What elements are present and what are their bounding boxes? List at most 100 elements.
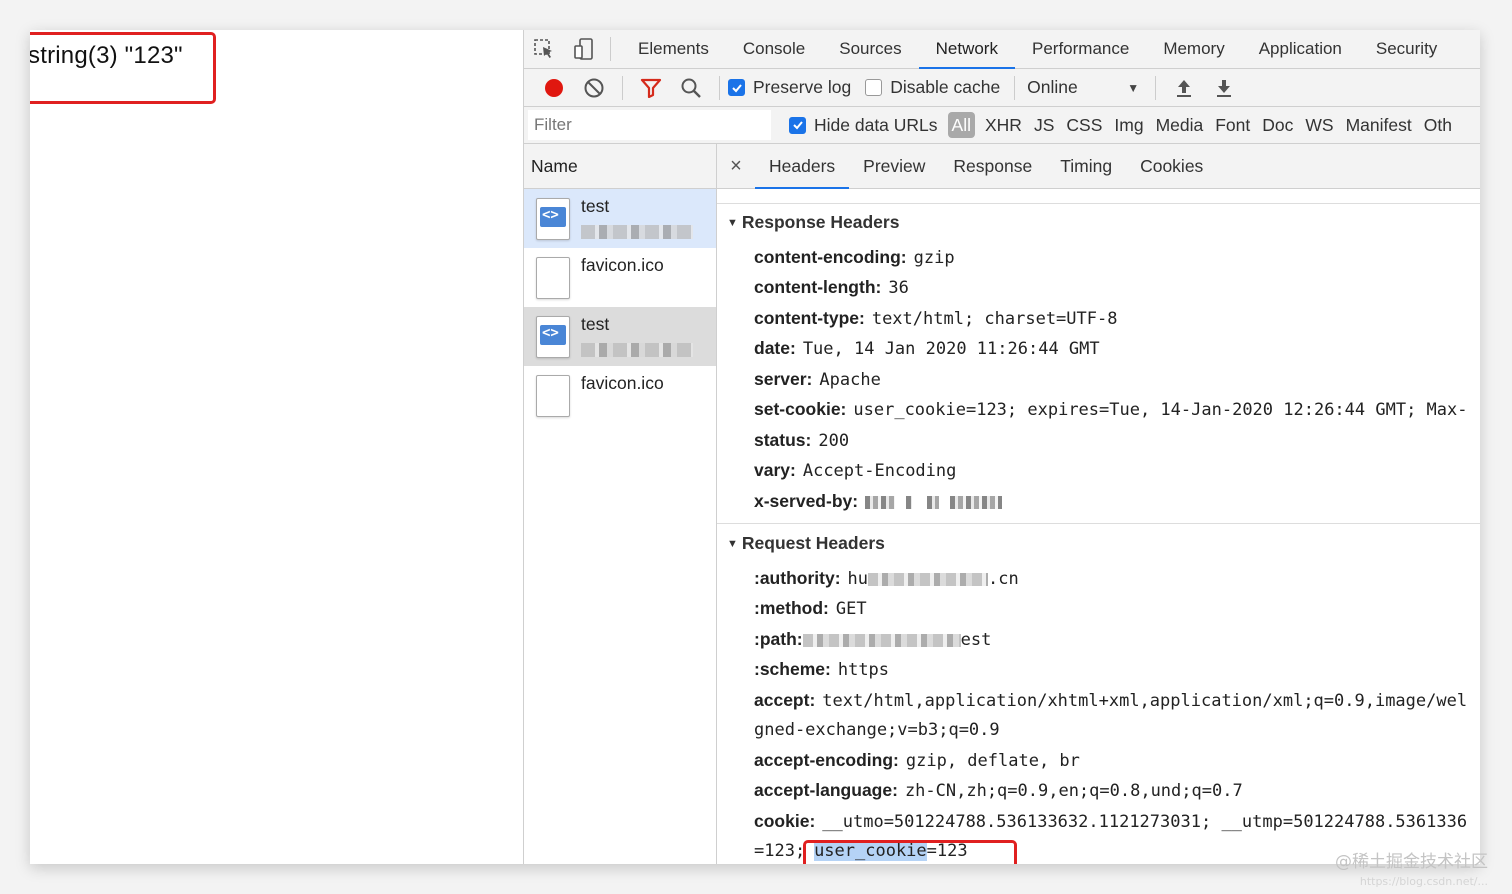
- header-value: gned-exchange;v=b3;q=0.9: [754, 720, 1000, 740]
- export-har-icon[interactable]: [1204, 69, 1244, 107]
- header-key: status:: [754, 430, 812, 450]
- hide-data-urls-toggle[interactable]: Hide data URLs: [789, 112, 944, 138]
- header-value: .cn: [988, 569, 1019, 589]
- close-icon[interactable]: ×: [717, 155, 755, 178]
- request-headers-toggle[interactable]: ▼ Request Headers: [727, 533, 885, 554]
- tab-headers[interactable]: Headers: [755, 144, 850, 189]
- request-name: test: [581, 196, 610, 216]
- type-filter-js[interactable]: JS: [1028, 112, 1060, 138]
- tab-performance[interactable]: Performance: [1015, 30, 1146, 69]
- request-row[interactable]: favicon.ico: [524, 248, 716, 307]
- tab-sources[interactable]: Sources: [822, 30, 918, 69]
- request-list: Name test favicon.ico test favicon.ico: [524, 144, 717, 864]
- name-column-header[interactable]: Name: [524, 144, 716, 189]
- header-row: status: 200: [754, 430, 849, 451]
- file-icon: [536, 257, 570, 299]
- header-row: x-served-by:: [754, 491, 1002, 512]
- details-tabbar: × Headers Preview Response Timing Cookie…: [717, 144, 1480, 189]
- type-filter-img[interactable]: Img: [1108, 112, 1149, 138]
- header-row: :method: GET: [754, 598, 867, 619]
- header-value: est: [960, 630, 992, 650]
- network-toolbar: Preserve log Disable cache Online ▼: [524, 69, 1480, 107]
- type-filter-font[interactable]: Font: [1209, 112, 1256, 138]
- request-name: test: [581, 314, 610, 334]
- header-row: :scheme: https: [754, 659, 889, 680]
- file-icon: [536, 375, 570, 417]
- header-row: cookie: __utmo=501224788.536133632.112127…: [754, 811, 1467, 832]
- search-icon[interactable]: [671, 69, 711, 107]
- request-headers-title: Request Headers: [741, 533, 885, 553]
- type-filter-doc[interactable]: Doc: [1256, 112, 1299, 138]
- tab-security[interactable]: Security: [1359, 30, 1454, 69]
- header-key: accept:: [754, 690, 816, 710]
- type-filter-media[interactable]: Media: [1150, 112, 1210, 138]
- tab-elements[interactable]: Elements: [621, 30, 726, 69]
- header-key: server:: [754, 369, 813, 389]
- document-icon: [536, 198, 570, 240]
- tab-preview[interactable]: Preview: [849, 144, 939, 189]
- import-har-icon[interactable]: [1164, 69, 1204, 107]
- hide-data-urls-checkbox[interactable]: [789, 116, 806, 134]
- toolbar-separator: [1155, 75, 1157, 100]
- type-filter-all[interactable]: All: [947, 112, 975, 138]
- tab-console[interactable]: Console: [726, 30, 822, 69]
- header-key: set-cookie:: [754, 399, 847, 419]
- header-row: accept-language: zh-CN,zh;q=0.9,en;q=0.8,…: [754, 780, 1243, 801]
- header-value: Tue, 14 Jan 2020 11:26:44 GMT: [802, 339, 1100, 359]
- header-value: user_cookie=123; expires=Tue, 14-Jan-202…: [853, 400, 1468, 420]
- filter-input[interactable]: [528, 110, 771, 140]
- tab-cookies[interactable]: Cookies: [1126, 144, 1217, 189]
- header-row: vary: Accept-Encoding: [754, 460, 956, 481]
- filter-funnel-icon[interactable]: [631, 69, 671, 107]
- disable-cache-checkbox[interactable]: [865, 79, 883, 96]
- document-icon: [536, 316, 570, 358]
- header-row: content-encoding: gzip: [754, 247, 955, 268]
- header-value: 36: [888, 278, 909, 298]
- header-value: __utmo=501224788.536133632.1121273031; _…: [822, 812, 1468, 832]
- throttle-select[interactable]: Online ▼: [1023, 77, 1147, 98]
- header-value: text/html,application/xhtml+xml,applicat…: [822, 691, 1468, 711]
- request-row[interactable]: test: [524, 307, 716, 366]
- inspect-element-icon[interactable]: [524, 30, 564, 69]
- header-key: :path:: [754, 629, 803, 649]
- type-filter-manifest[interactable]: Manifest: [1340, 112, 1418, 138]
- tab-memory[interactable]: Memory: [1146, 30, 1241, 69]
- type-filter-css[interactable]: CSS: [1060, 112, 1108, 138]
- device-toolbar-icon[interactable]: [564, 30, 604, 69]
- request-row[interactable]: favicon.ico: [524, 366, 716, 425]
- redacted-value: [868, 572, 989, 586]
- request-name: favicon.ico: [581, 255, 664, 275]
- dropdown-arrow-icon: ▼: [1127, 80, 1140, 95]
- clear-icon[interactable]: [574, 69, 614, 107]
- request-row[interactable]: test: [524, 189, 716, 248]
- tab-application[interactable]: Application: [1242, 30, 1359, 69]
- devtools-tabbar: Elements Console Sources Network Perform…: [524, 30, 1480, 69]
- header-value: gzip: [913, 248, 955, 268]
- redacted-value: [865, 495, 896, 509]
- response-headers-toggle[interactable]: ▼ Response Headers: [727, 212, 899, 233]
- header-row: accept-encoding: gzip, deflate, br: [754, 750, 1080, 771]
- header-key: accept-encoding:: [754, 750, 899, 770]
- header-key: vary:: [754, 460, 796, 480]
- header-row: :authority: hu .cn: [754, 568, 1019, 589]
- type-filter-xhr[interactable]: XHR: [979, 112, 1028, 138]
- header-key: x-served-by:: [754, 491, 859, 511]
- record-icon[interactable]: [534, 69, 574, 107]
- header-key: :scheme:: [754, 659, 831, 679]
- devtools-panel: Elements Console Sources Network Perform…: [523, 30, 1480, 864]
- watermark-url: https://blog.csdn.net/...: [1359, 875, 1488, 888]
- tab-network[interactable]: Network: [918, 30, 1015, 69]
- preserve-log-label: Preserve log: [753, 77, 852, 97]
- header-key: :method:: [754, 598, 829, 618]
- type-filter-ws[interactable]: WS: [1299, 112, 1339, 138]
- type-filter-other[interactable]: Oth: [1418, 112, 1458, 138]
- preserve-log-checkbox[interactable]: [728, 79, 745, 96]
- header-key: date:: [754, 338, 796, 358]
- request-path-redacted: [581, 343, 693, 357]
- redacted-value: [905, 495, 912, 509]
- throttle-value: Online: [1027, 77, 1078, 97]
- tab-timing[interactable]: Timing: [1046, 144, 1126, 189]
- header-key: content-encoding:: [754, 247, 907, 267]
- expanded-triangle-icon: ▼: [727, 538, 738, 550]
- tab-response[interactable]: Response: [939, 144, 1046, 189]
